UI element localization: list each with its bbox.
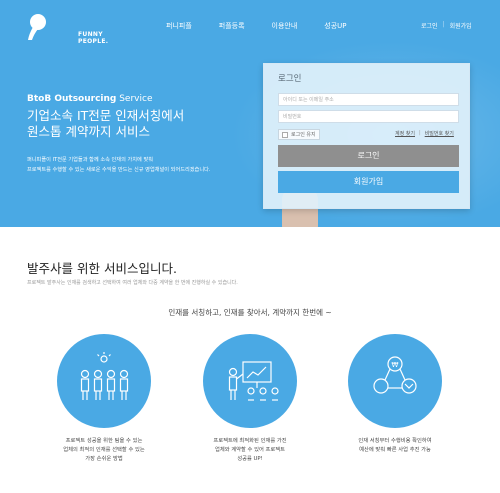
header-login-link[interactable]: 로그인 [421,21,438,30]
feature-line: 예산에 맞춰 빠른 사업 추진 가능 [359,447,431,453]
team-search-icon [57,334,151,428]
logo[interactable]: FUNNY PEOPLE. [26,12,108,45]
find-links: 계정 찾기 | 비밀번호 찾기 [395,130,454,137]
hero-eyebrow: BtoB Outsourcing Service [27,94,152,104]
keep-login-label: 로그인 유지 [291,132,316,138]
feature-team-search: 프로젝트 성공을 위한 팀을 수 있는 업체의 최적의 인재를 선택할 수 있는… [44,437,164,464]
presentation-icon [203,334,297,428]
services-subtitle: 인재를 서칭하고, 인재를 찾아서, 계약까지 한번에 ~ [168,308,332,317]
logo-line1: FUNNY [78,31,103,38]
logo-icon [28,14,46,40]
divider: | [419,130,421,136]
feature-line: 업체의 최적의 인재를 선택할 수 있는 [63,447,145,453]
feature-line: 인재 서칭부터 수행비용 확인하여 [358,438,432,444]
keep-login-checkbox[interactable] [282,131,288,138]
feature-line: 업체와 계약할 수 있어 프로젝트 [214,447,286,453]
hero-eyebrow-rest: Service [116,94,153,104]
keep-login-row: 로그인 유지 [278,129,320,140]
id-input[interactable] [278,93,459,106]
divider: | [442,21,445,28]
login-panel: 로그인 로그인 유지 계정 찾기 | 비밀번호 찾기 로그인 회원가입 [263,63,470,209]
feature-line: 프로젝트 성공을 위한 팀을 수 있는 [65,438,143,444]
password-input[interactable] [278,110,459,123]
hero-desc-line1: 퍼니피플이 IT전문 기업들과 함께 소속 인재의 가치에 맞춰 [27,157,154,163]
login-button[interactable]: 로그인 [278,145,459,167]
feature-line: 프로젝트에 최적화된 인재를 가진 [213,438,287,444]
nav-item-guide[interactable]: 이용안내 [272,21,298,31]
hero-title: 기업소속 IT전문 인재서칭에서 원스톱 계약까지 서비스 [27,108,227,140]
login-title: 로그인 [278,74,302,84]
nav-item-success[interactable]: 성공UP [324,21,346,31]
header-join-link[interactable]: 회원가입 [450,21,472,30]
hero-title-line1: 기업소속 IT전문 인재서칭에서 [27,108,185,123]
contract-flow-icon: ₩ [348,334,442,428]
find-account-link[interactable]: 계정 찾기 [395,130,415,137]
join-button[interactable]: 회원가입 [278,171,459,193]
hero-eyebrow-bold: BtoB Outsourcing [27,94,117,104]
keep-login-toggle[interactable]: 로그인 유지 [278,129,320,140]
feature-line: 성공률 UP! [237,456,263,462]
feature-line: 가장 손쉬운 방법 [85,456,123,462]
svg-text:₩: ₩ [392,361,399,369]
nav-item-funnypeople[interactable]: 퍼니피플 [166,21,192,31]
nav-item-register[interactable]: 퍼플등록 [219,21,245,31]
hero-description: 퍼니피플이 IT전문 기업들과 함께 소속 인재의 가치에 맞춰 프로젝트를 수… [27,155,267,175]
logo-line2: PEOPLE. [78,38,109,45]
hero-desc-line2: 프로젝트를 수행할 수 있는 새로운 수익을 만드는 신규 영업채널이 되어드리… [27,167,211,173]
services-description: 프로젝트 발주사는 인재를 검색하고 선택하여 여러 업체와 다중 계약을 한 … [27,280,238,286]
feature-presentation: 프로젝트에 최적화된 인재를 가진 업체와 계약할 수 있어 프로젝트 성공률 … [190,437,310,464]
main-nav: 퍼니피플 퍼플등록 이용안내 성공UP [166,21,374,31]
feature-contract-flow: 인재 서칭부터 수행비용 확인하여 예산에 맞춰 빠른 사업 추진 가능 [335,437,455,455]
find-password-link[interactable]: 비밀번호 찾기 [425,130,454,137]
logo-text: FUNNY PEOPLE. [78,31,108,45]
services-title: 발주사를 위한 서비스입니다. [27,261,177,276]
site-header: FUNNY PEOPLE. 퍼니피플 퍼플등록 이용안내 성공UP 로그인 | … [0,0,500,52]
hero-title-line2: 원스톱 계약까지 서비스 [27,124,150,139]
utility-links: 로그인 | 회원가입 [421,21,472,30]
